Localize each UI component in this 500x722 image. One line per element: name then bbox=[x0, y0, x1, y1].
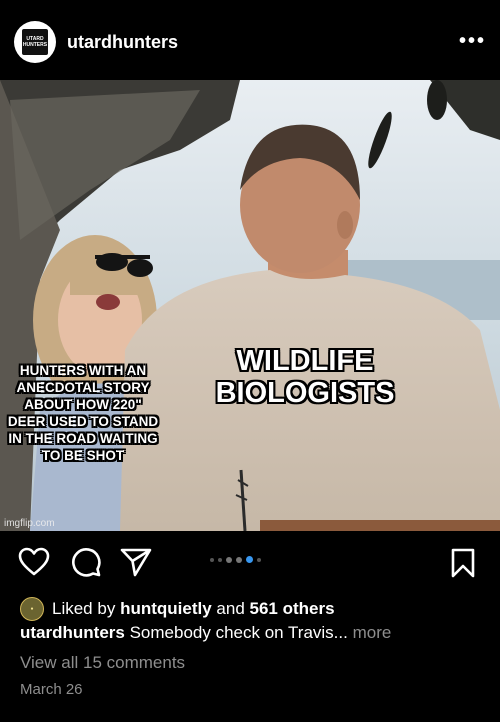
more-options-icon[interactable]: ••• bbox=[459, 30, 486, 53]
carousel-dot-active bbox=[246, 556, 253, 563]
avatar-logo: UTARD HUNTERS bbox=[22, 29, 48, 55]
caption-text: Somebody check on Travis... bbox=[129, 623, 348, 642]
carousel-dot bbox=[226, 556, 232, 563]
profile-avatar[interactable]: UTARD HUNTERS bbox=[14, 21, 56, 63]
carousel-dot bbox=[257, 557, 261, 562]
heart-icon[interactable] bbox=[18, 547, 50, 577]
imgflip-watermark: imgflip.com bbox=[4, 518, 55, 529]
liker-avatar[interactable]: ● bbox=[20, 597, 44, 621]
carousel-dot bbox=[218, 557, 222, 562]
caption-more-link[interactable]: more bbox=[353, 623, 392, 642]
caption-username[interactable]: utardhunters bbox=[20, 623, 125, 642]
paper-plane-icon[interactable] bbox=[120, 547, 152, 577]
post-date: March 26 bbox=[20, 681, 83, 698]
view-comments-link[interactable]: View all 15 comments bbox=[20, 653, 185, 673]
carousel-dot bbox=[210, 557, 214, 562]
avatar-text-bottom: HUNTERS bbox=[22, 42, 48, 48]
post-header: UTARD HUNTERS utardhunters ••• bbox=[0, 0, 500, 80]
bookmark-icon[interactable] bbox=[451, 548, 475, 578]
liker-username[interactable]: huntquietly bbox=[120, 599, 212, 619]
likes-prefix: Liked by bbox=[52, 599, 116, 618]
carousel-indicator bbox=[210, 556, 261, 563]
comment-bubble-icon[interactable] bbox=[70, 546, 102, 578]
likes-middle: and bbox=[216, 599, 245, 618]
likes-others[interactable]: 561 others bbox=[250, 599, 335, 619]
carousel-dot bbox=[236, 556, 242, 563]
meme-caption-right: WILDLIFE BIOLOGISTS bbox=[215, 345, 395, 409]
likes-summary[interactable]: ● Liked by huntquietly and 561 others bbox=[20, 597, 335, 621]
header-username[interactable]: utardhunters bbox=[67, 32, 178, 53]
post-caption: utardhunters Somebody check on Travis...… bbox=[20, 623, 391, 643]
post-image[interactable]: HUNTERS WITH AN ANECDOTAL STORY ABOUT HO… bbox=[0, 80, 500, 531]
meme-caption-left: HUNTERS WITH AN ANECDOTAL STORY ABOUT HO… bbox=[7, 363, 159, 463]
